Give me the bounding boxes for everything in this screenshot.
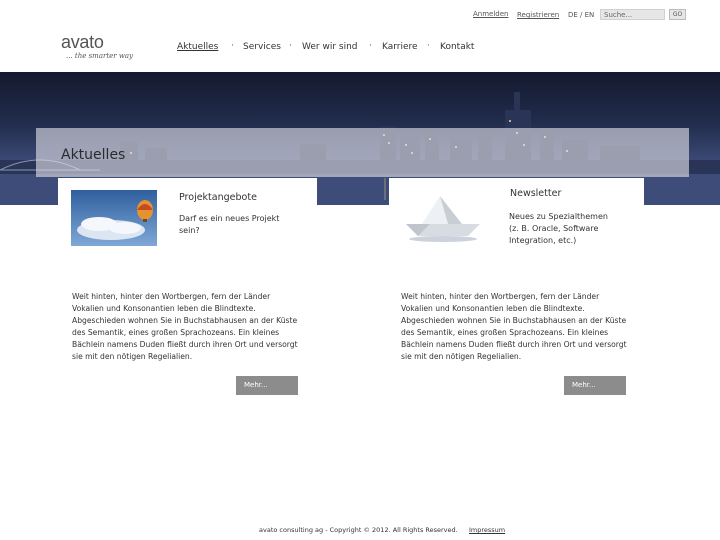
page-title: Aktuelles (61, 147, 126, 163)
card-title: Projektangebote (179, 192, 257, 203)
nav-separator: · (369, 41, 372, 51)
more-button[interactable]: Mehr... (564, 376, 626, 395)
nav-item-aktuelles[interactable]: Aktuelles (177, 42, 218, 52)
search-go-button[interactable]: GO (669, 9, 686, 20)
logo-name: avato (61, 32, 104, 52)
hero-overlay (36, 128, 689, 177)
nav-item-services[interactable]: Services (243, 42, 281, 52)
more-button[interactable]: Mehr... (236, 376, 298, 395)
imprint-link[interactable]: Impressum (469, 526, 505, 534)
search-input[interactable]: Suche... (600, 9, 665, 20)
nav-item-karriere[interactable]: Karriere (382, 42, 418, 52)
card-title: Newsletter (510, 188, 562, 199)
card-subtitle: Neues zu Spezialthemen (z. B. Oracle, So… (509, 212, 608, 245)
balloon-image (71, 190, 157, 246)
nav-separator: · (427, 41, 430, 51)
card-body-text: Weit hinten, hinter den Wortbergen, fern… (401, 292, 627, 361)
card-subtitle: Darf es ein neues Projekt sein? (179, 214, 280, 235)
nav-item-kontakt[interactable]: Kontakt (440, 42, 474, 52)
nav-item-wer-wir-sind[interactable]: Wer wir sind (302, 42, 358, 52)
nav-separator: · (289, 41, 292, 51)
language-switch[interactable]: DE / EN (568, 11, 594, 19)
paper-boat-image (400, 186, 486, 244)
footer-copyright: avato consulting ag - Copyright © 2012. … (259, 526, 458, 534)
card-body-text: Weit hinten, hinter den Wortbergen, fern… (72, 292, 298, 361)
register-link[interactable]: Registrieren (517, 11, 559, 19)
login-link[interactable]: Anmelden (473, 10, 508, 18)
logo-tagline: ... the smarter way (66, 52, 133, 60)
nav-separator: · (231, 41, 234, 51)
